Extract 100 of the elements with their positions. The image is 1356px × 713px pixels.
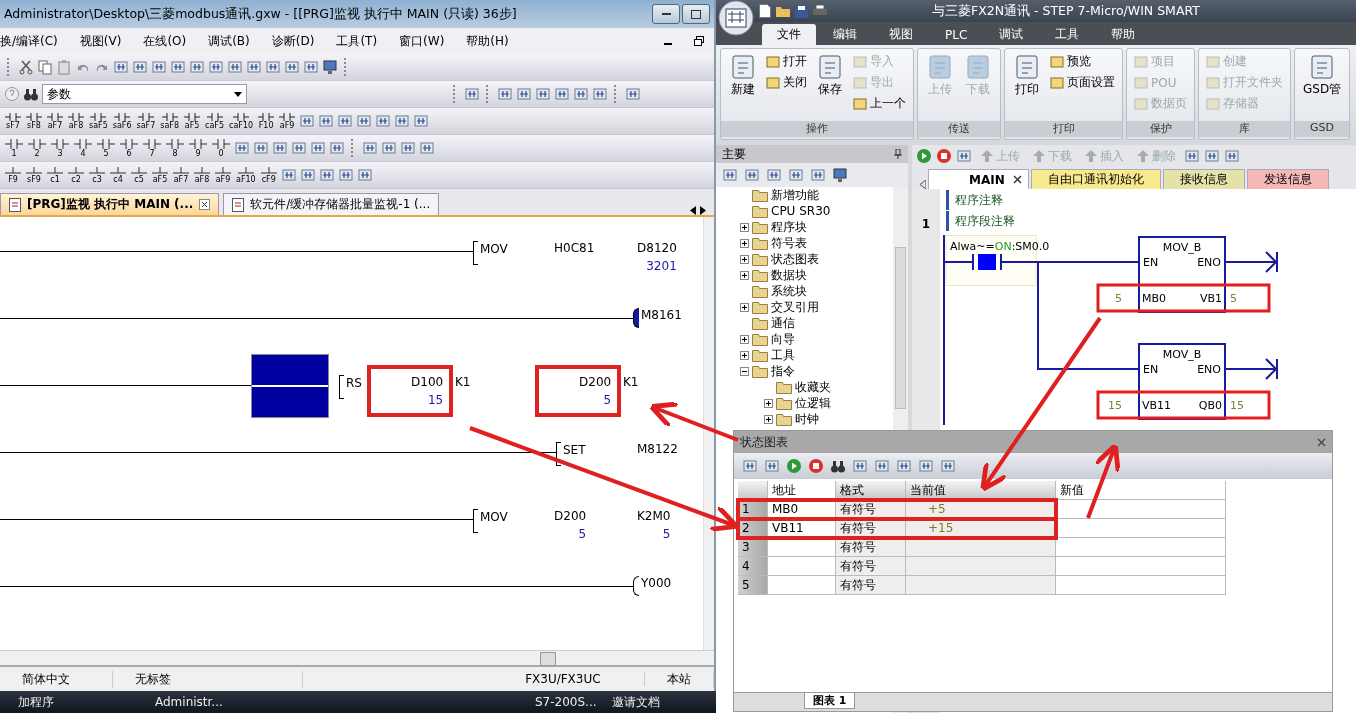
tool-icon[interactable] [310, 140, 326, 156]
taskbar-item[interactable]: 加程序 [18, 693, 155, 711]
tool-icon[interactable] [573, 86, 589, 102]
table-cell[interactable] [768, 557, 836, 576]
ribbon-button[interactable]: 上一个 [849, 93, 910, 114]
key-tool-button[interactable]: sF7 [4, 112, 22, 130]
tool-icon[interactable] [766, 167, 782, 183]
key-tool-button[interactable]: c2 [67, 166, 85, 184]
key-tool-button[interactable]: saF6 [111, 112, 133, 130]
tree-item[interactable]: 交叉引用 [771, 298, 819, 316]
tool-icon[interactable] [554, 86, 570, 102]
tool-icon[interactable] [742, 458, 758, 474]
tool-icon[interactable] [337, 113, 354, 129]
expand-icon[interactable] [740, 238, 749, 248]
document-tab[interactable]: 软元件/缓冲存储器批量监视-1 (... [223, 193, 440, 215]
key-tool-button[interactable]: 9 [188, 138, 208, 158]
maximize-button[interactable] [682, 4, 710, 24]
tool-icon[interactable] [625, 86, 641, 102]
binoculars-icon[interactable] [23, 86, 39, 102]
folder-icon[interactable] [776, 5, 790, 17]
collapse-icon[interactable] [740, 366, 749, 376]
table-cell[interactable] [768, 576, 836, 595]
key-tool-button[interactable]: saF8 [159, 112, 181, 130]
menu-item[interactable]: 视图(V) [79, 32, 122, 50]
tool-icon[interactable] [151, 59, 167, 75]
pou-tab[interactable]: 自由口通讯初始化 [1030, 169, 1161, 189]
key-tool-button[interactable]: aF5 [183, 112, 202, 130]
tree-item[interactable]: 时钟 [795, 410, 819, 428]
ribbon-button[interactable]: 预览 [1046, 51, 1119, 72]
key-tool-button[interactable]: aF10 [235, 166, 257, 184]
tree-item[interactable]: CPU SR30 [771, 204, 831, 218]
key-tool-button[interactable]: 1 [4, 138, 24, 158]
tool-icon[interactable] [227, 59, 243, 75]
pou-tab[interactable]: 发送信息 [1246, 169, 1329, 189]
tree-item[interactable]: 程序块 [771, 218, 807, 236]
expand-icon[interactable] [740, 222, 749, 232]
key-tool-button[interactable]: c4 [109, 166, 127, 184]
ribbon-tab[interactable]: 视图 [874, 24, 928, 45]
ribbon-tab[interactable]: 工具 [1040, 24, 1095, 45]
pin-icon[interactable] [894, 149, 902, 159]
key-tool-button[interactable]: sF9 [25, 166, 43, 184]
key-tool-button[interactable]: 3 [50, 138, 70, 158]
tree-item[interactable]: 新增功能 [771, 187, 819, 204]
tool-icon[interactable] [356, 113, 373, 129]
tool-icon[interactable] [356, 167, 373, 183]
tool-icon[interactable] [535, 86, 551, 102]
ribbon-button[interactable]: GSD管 [1298, 51, 1347, 115]
pou-tab[interactable]: 接收信息 [1162, 169, 1245, 189]
monitor-icon[interactable] [322, 59, 338, 75]
expand-icon[interactable] [740, 254, 749, 264]
tool-icon[interactable] [299, 113, 316, 129]
table-cell[interactable] [1056, 557, 1226, 576]
key-tool-button[interactable]: aF7 [46, 112, 64, 130]
tool-icon[interactable] [497, 86, 513, 102]
tool-icon[interactable] [280, 167, 297, 183]
key-tool-button[interactable]: aF5 [151, 166, 169, 184]
save-icon[interactable] [795, 4, 808, 18]
tool-icon[interactable] [810, 167, 826, 183]
cut-icon[interactable] [18, 59, 34, 75]
table-cell[interactable] [1056, 500, 1226, 519]
tree-item[interactable]: 状态图表 [771, 250, 819, 268]
document-tab[interactable]: [PRG]监视 执行中 MAIN (... [0, 193, 220, 215]
key-tool-button[interactable]: F9 [4, 166, 22, 184]
tool-icon[interactable] [1184, 148, 1200, 164]
key-tool-button[interactable]: aF9 [278, 112, 297, 130]
tool-icon[interactable] [246, 59, 262, 75]
key-tool-button[interactable]: aF8 [193, 166, 211, 184]
tree-item[interactable]: 通信 [771, 314, 795, 332]
menu-item[interactable]: 调试(B) [208, 32, 250, 50]
expand-icon[interactable] [740, 302, 749, 312]
menu-item[interactable]: 工具(T) [336, 32, 378, 50]
key-tool-button[interactable]: aF9 [214, 166, 232, 184]
ribbon-tab[interactable]: PLC [930, 24, 983, 45]
ribbon-tab[interactable]: 调试 [984, 24, 1039, 45]
tool-icon[interactable] [896, 458, 912, 474]
close-icon[interactable] [199, 199, 211, 210]
stop-icon[interactable] [936, 148, 952, 164]
horizontal-scrollbar[interactable] [0, 650, 714, 665]
sheet-tab[interactable]: 图表 1 [804, 693, 856, 709]
printer-icon[interactable] [813, 4, 827, 18]
taskbar-item[interactable]: 邀请文档 [612, 693, 660, 711]
taskbar-item[interactable]: Administr... [155, 695, 535, 709]
tool-icon[interactable] [329, 140, 345, 156]
key-tool-button[interactable]: c3 [88, 166, 106, 184]
tool-icon[interactable] [1204, 148, 1220, 164]
ribbon-button[interactable]: 新建 [724, 51, 762, 115]
tool-icon[interactable] [208, 59, 224, 75]
tool-icon[interactable] [272, 140, 288, 156]
expand-icon[interactable] [740, 334, 749, 344]
table-cell[interactable]: 有符号 [836, 576, 906, 595]
key-tool-button[interactable]: 8 [165, 138, 185, 158]
table-cell[interactable] [1056, 576, 1226, 595]
tool-icon[interactable] [1224, 148, 1240, 164]
tool-icon[interactable] [318, 113, 335, 129]
tool-icon[interactable] [234, 140, 250, 156]
key-tool-button[interactable]: 5 [96, 138, 116, 158]
tree-item[interactable]: 符号表 [771, 234, 807, 252]
minimize-button[interactable] [652, 4, 680, 24]
tool-icon[interactable] [362, 140, 378, 156]
tree-item[interactable]: 收藏夹 [795, 378, 831, 396]
